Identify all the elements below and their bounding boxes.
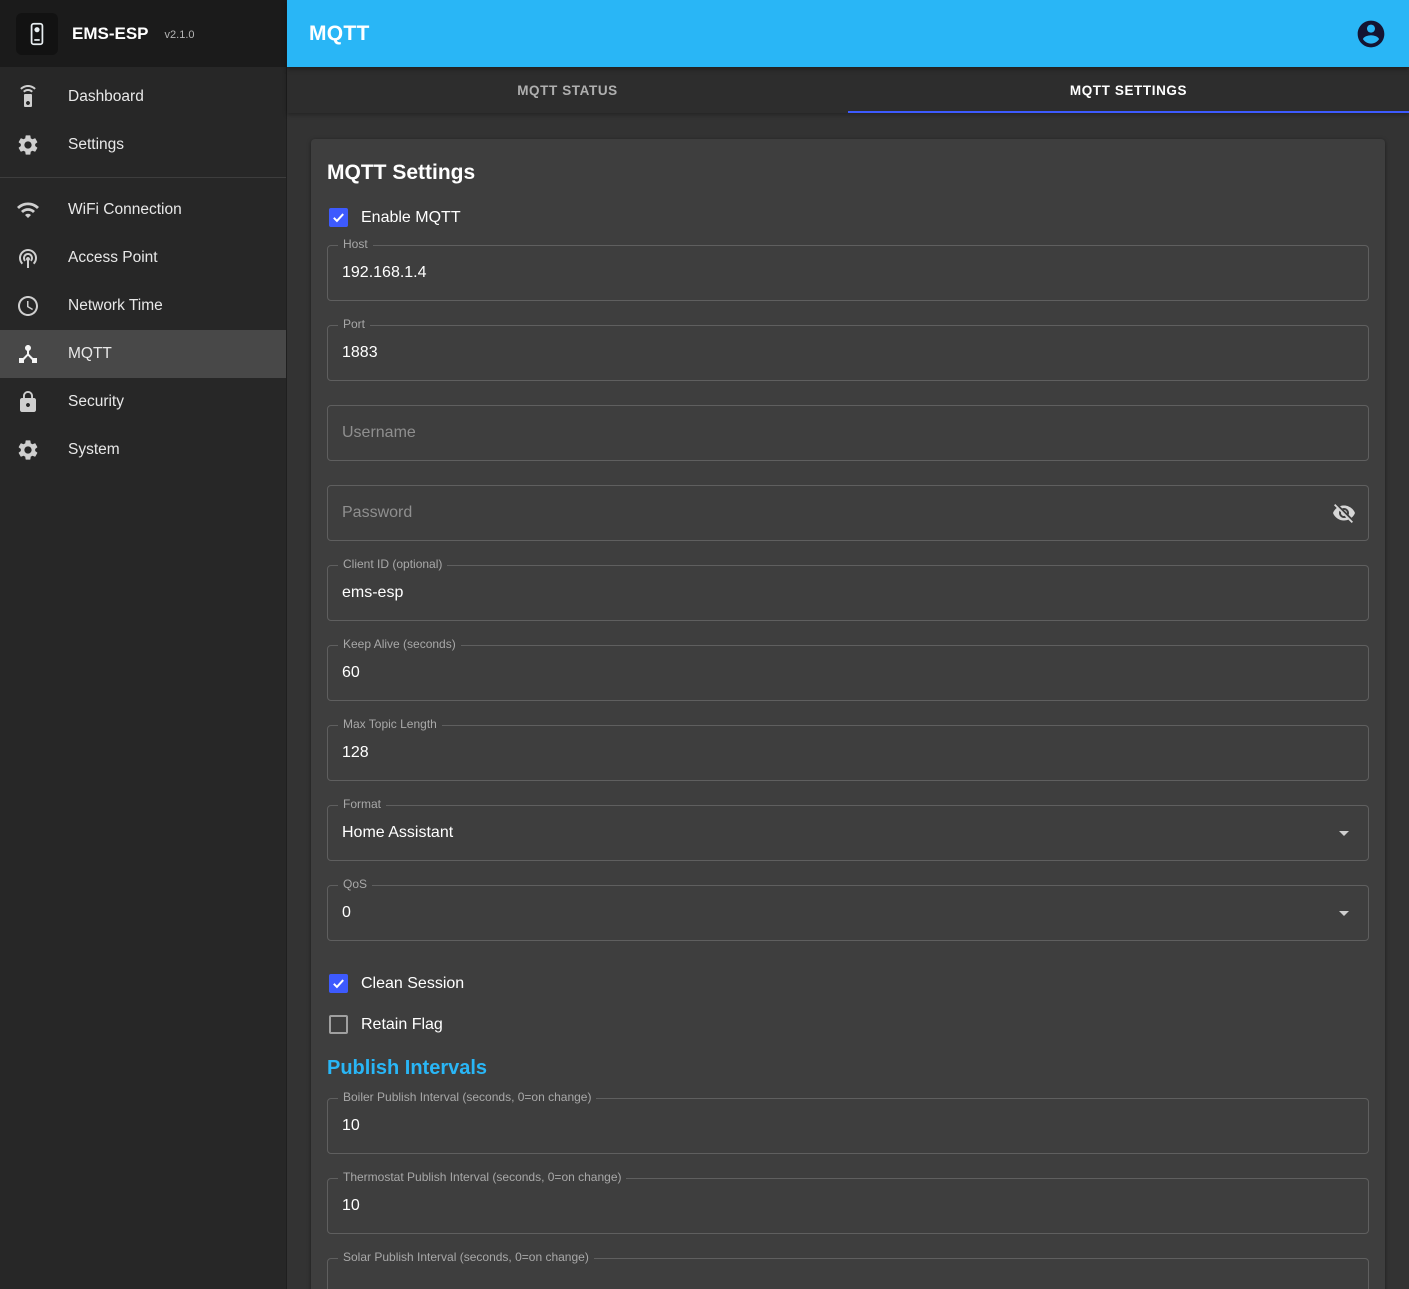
sidebar-item-access-point[interactable]: Access Point (0, 234, 286, 282)
field-label: Host (338, 237, 373, 251)
wifi-tethering-icon (16, 246, 40, 270)
field-label: Keep Alive (seconds) (338, 637, 461, 651)
brand-header: EMS-ESP v2.1.0 (0, 0, 286, 67)
clock-icon (16, 294, 40, 318)
field-label: Solar Publish Interval (seconds, 0=on ch… (338, 1250, 594, 1264)
tab-mqtt-settings[interactable]: MQTT SETTINGS (848, 67, 1409, 113)
sidebar-item-label: Access Point (68, 249, 158, 267)
tab-mqtt-status[interactable]: MQTT STATUS (287, 67, 848, 113)
enable-mqtt-checkbox[interactable]: Enable MQTT (327, 199, 463, 236)
thermostat-publish-interval-field: Thermostat Publish Interval (seconds, 0=… (327, 1178, 1369, 1234)
tab-bar: MQTT STATUS MQTT SETTINGS (287, 67, 1409, 113)
max-topic-length-field: Max Topic Length (327, 725, 1369, 781)
field-label: Boiler Publish Interval (seconds, 0=on c… (338, 1090, 596, 1104)
solar-publish-interval-field: Solar Publish Interval (seconds, 0=on ch… (327, 1258, 1369, 1289)
lock-icon (16, 390, 40, 414)
thermostat-publish-interval-input[interactable] (328, 1179, 1368, 1233)
field-label: QoS (338, 877, 372, 891)
mqtt-settings-card: MQTT Settings Enable MQTT Host Port (311, 139, 1385, 1289)
gear-icon (16, 438, 40, 462)
sidebar-item-label: Settings (68, 136, 124, 154)
checkbox-label: Clean Session (361, 975, 464, 993)
chevron-down-icon (1332, 821, 1356, 845)
port-input[interactable] (328, 326, 1368, 380)
sidebar-item-network-time[interactable]: Network Time (0, 282, 286, 330)
sidebar-item-label: Security (68, 393, 124, 411)
sidebar-item-settings[interactable]: Settings (0, 121, 286, 169)
retain-flag-checkbox[interactable]: Retain Flag (327, 1006, 445, 1043)
password-input[interactable] (328, 486, 1368, 540)
keep-alive-input[interactable] (328, 646, 1368, 700)
boiler-publish-interval-field: Boiler Publish Interval (seconds, 0=on c… (327, 1098, 1369, 1154)
card-title: MQTT Settings (327, 161, 1369, 185)
field-label: Format (338, 797, 386, 811)
sidebar-item-label: MQTT (68, 345, 112, 363)
checkbox-label: Retain Flag (361, 1016, 443, 1034)
qos-select-value[interactable] (328, 886, 1368, 940)
sidebar-item-dashboard[interactable]: Dashboard (0, 73, 286, 121)
content-area: MQTT Settings Enable MQTT Host Port (287, 113, 1409, 1289)
boiler-publish-interval-input[interactable] (328, 1099, 1368, 1153)
checkbox-checked-icon (329, 974, 348, 993)
wifi-icon (16, 198, 40, 222)
visibility-off-icon[interactable] (1332, 501, 1356, 525)
brand-title: EMS-ESP (72, 24, 149, 44)
sidebar-item-label: System (68, 441, 120, 459)
field-label: Thermostat Publish Interval (seconds, 0=… (338, 1170, 626, 1184)
device-hub-icon (16, 342, 40, 366)
sidebar-item-label: Network Time (68, 297, 163, 315)
qos-select[interactable]: QoS (327, 885, 1369, 941)
client-id-field: Client ID (optional) (327, 565, 1369, 621)
format-select-value[interactable] (328, 806, 1368, 860)
field-label: Client ID (optional) (338, 557, 447, 571)
sidebar-item-label: Dashboard (68, 88, 144, 106)
field-label: Port (338, 317, 370, 331)
sidebar-item-wifi-connection[interactable]: WiFi Connection (0, 186, 286, 234)
checkbox-label: Enable MQTT (361, 209, 461, 227)
checkbox-unchecked-icon (329, 1015, 348, 1034)
gear-icon (16, 133, 40, 157)
clean-session-checkbox[interactable]: Clean Session (327, 965, 466, 1002)
sidebar-item-security[interactable]: Security (0, 378, 286, 426)
field-label: Max Topic Length (338, 717, 442, 731)
account-circle-icon[interactable] (1355, 18, 1387, 50)
remote-device-icon (16, 85, 40, 109)
checkbox-checked-icon (329, 208, 348, 227)
appbar: MQTT (287, 0, 1409, 67)
max-topic-length-input[interactable] (328, 726, 1368, 780)
main-area: MQTT MQTT STATUS MQTT SETTINGS MQTT Sett… (287, 0, 1409, 1289)
chevron-down-icon (1332, 901, 1356, 925)
host-input[interactable] (328, 246, 1368, 300)
ems-esp-device-icon (16, 13, 58, 55)
sidebar-item-system[interactable]: System (0, 426, 286, 474)
sidebar-nav: Dashboard Settings WiFi Connection Acces… (0, 67, 286, 474)
keep-alive-field: Keep Alive (seconds) (327, 645, 1369, 701)
sidebar-item-mqtt[interactable]: MQTT (0, 330, 286, 378)
publish-intervals-heading: Publish Intervals (327, 1057, 1369, 1080)
page-title: MQTT (309, 22, 370, 46)
username-input[interactable] (328, 406, 1368, 460)
brand-version: v2.1.0 (165, 26, 195, 41)
username-field (327, 405, 1369, 461)
password-field (327, 485, 1369, 541)
host-field: Host (327, 245, 1369, 301)
sidebar-divider (0, 177, 286, 178)
port-field: Port (327, 325, 1369, 381)
sidebar-item-label: WiFi Connection (68, 201, 182, 219)
sidebar: EMS-ESP v2.1.0 Dashboard Settings WiFi C… (0, 0, 287, 1289)
format-select[interactable]: Format (327, 805, 1369, 861)
client-id-input[interactable] (328, 566, 1368, 620)
